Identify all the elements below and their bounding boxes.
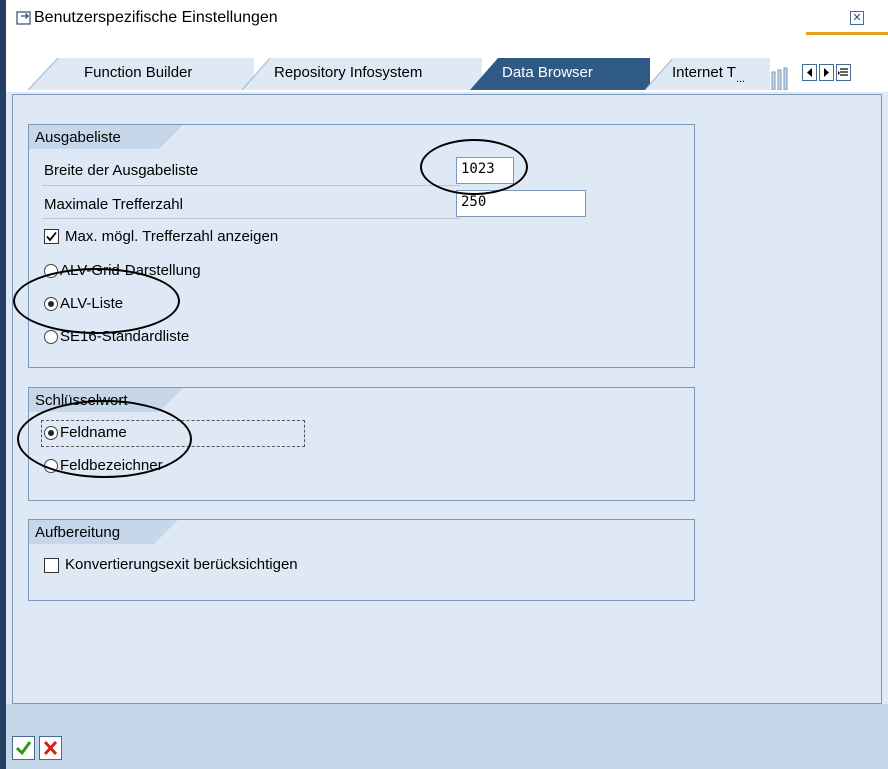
settings-window: Benutzerspezifische Einstellungen ✕ Func… [0,0,888,769]
group-title-text: Schlüsselwort [35,392,128,409]
group-title-slope [159,125,183,149]
konvert-checkbox[interactable] [44,558,59,573]
group-title-text: Ausgabeliste [35,129,121,146]
max-treffer-input[interactable]: 250 [456,190,586,217]
radio-alv-liste[interactable] [44,297,58,311]
checkmark-icon[interactable] [12,736,35,760]
tab-repository-infosystem[interactable]: Repository Infosystem [272,58,482,90]
radio-feldname-label: Feldname [60,424,127,441]
show-max-label: Max. mögl. Trefferzahl anzeigen [65,228,279,245]
tab-function-builder-slant [28,58,64,90]
breite-label: Breite der Ausgabeliste [44,162,199,179]
radio-se16-label: SE16-Standardliste [60,328,190,345]
footer-bar [6,704,888,769]
tab-truncation-marker: ... [735,73,746,85]
close-icon[interactable]: ✕ [850,11,864,25]
max-treffer-label: Maximale Trefferzahl [44,196,183,213]
window-left-border [0,0,6,769]
group-ausgabeliste: Ausgabeliste Breite der Ausgabeliste 102… [28,124,695,368]
title-accent-line [806,32,888,35]
radio-selected-dot [48,430,54,436]
scroll-right-icon[interactable] [819,64,834,81]
show-max-checkbox[interactable] [44,229,59,244]
radio-feldbezeichner[interactable] [44,459,58,473]
tab-label: Repository Infosystem [274,64,423,81]
tab-label: Data Browser [502,64,593,81]
breite-input[interactable]: 1023 [456,157,514,184]
title-bar: Benutzerspezifische Einstellungen ✕ [6,0,888,36]
group-title-ausgabeliste: Ausgabeliste [29,125,159,149]
window-redirect-icon [16,11,31,25]
group-title-slope [154,520,178,544]
group-title-text: Aufbereitung [35,524,121,541]
radio-alv-liste-label: ALV-Liste [60,295,124,312]
radio-alv-grid[interactable] [44,264,58,278]
radio-feldname[interactable] [44,426,58,440]
group-title-schluesselwort: Schlüsselwort [29,388,159,412]
data-browser-panel: Ausgabeliste Breite der Ausgabeliste 102… [12,94,882,704]
tab-data-browser[interactable]: Data Browser [500,58,650,90]
tab-stack-indicator [771,67,788,90]
tab-data-browser-slant [470,58,500,90]
tab-function-builder[interactable]: Function Builder [64,58,254,90]
tab-internet-slant [645,58,675,90]
radio-se16[interactable] [44,330,58,344]
group-title-slope [159,388,183,412]
tab-internet[interactable]: Internet T... [672,58,770,90]
tab-repository-infosystem-slant [242,58,272,90]
tab-label: Function Builder [84,64,193,81]
row-divider [42,185,460,186]
cancel-x-icon[interactable] [39,736,62,760]
group-aufbereitung: Aufbereitung Konvertierungsexit berücksi… [28,519,695,601]
radio-selected-dot [48,301,54,307]
group-schluesselwort: Schlüsselwort Feldname Feldbezeichner [28,387,695,501]
scroll-left-icon[interactable] [802,64,817,81]
row-divider [42,218,460,219]
window-title: Benutzerspezifische Einstellungen [34,9,278,26]
checkmark-icon [46,231,57,242]
tab-label: Internet T [672,64,736,81]
konvert-label: Konvertierungsexit berücksichtigen [65,556,298,573]
radio-feldbezeichner-label: Feldbezeichner [60,457,163,474]
tab-list-icon[interactable] [836,64,851,81]
radio-alv-grid-label: ALV-Grid-Darstellung [60,262,201,279]
group-title-aufbereitung: Aufbereitung [29,520,154,544]
